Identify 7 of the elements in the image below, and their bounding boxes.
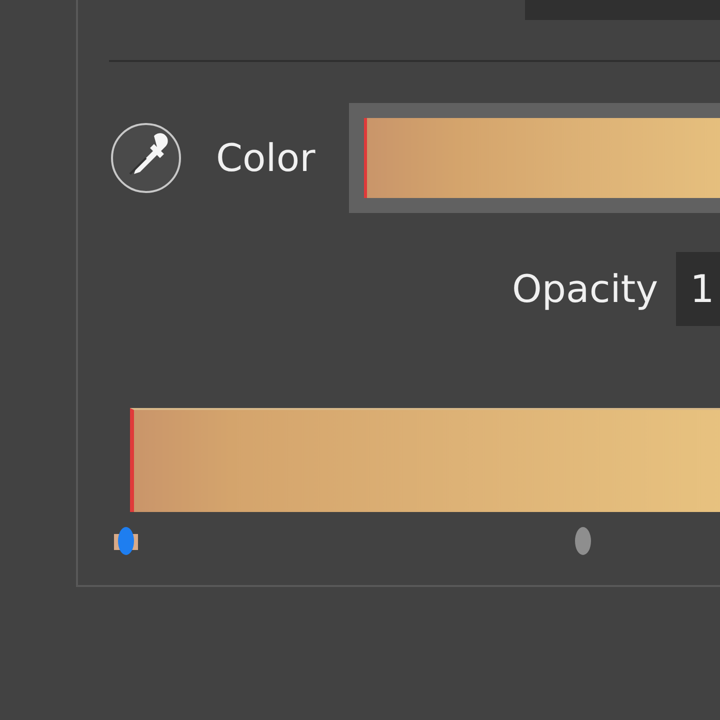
color-label: Color [216,139,316,177]
opacity-field[interactable]: 1 [676,252,720,326]
eyedropper-icon[interactable] [110,122,182,194]
midpoint-handle[interactable] [574,526,592,556]
color-stop-handle[interactable] [112,524,140,558]
color-swatch[interactable] [349,103,720,213]
opacity-label: Opacity [512,270,658,308]
